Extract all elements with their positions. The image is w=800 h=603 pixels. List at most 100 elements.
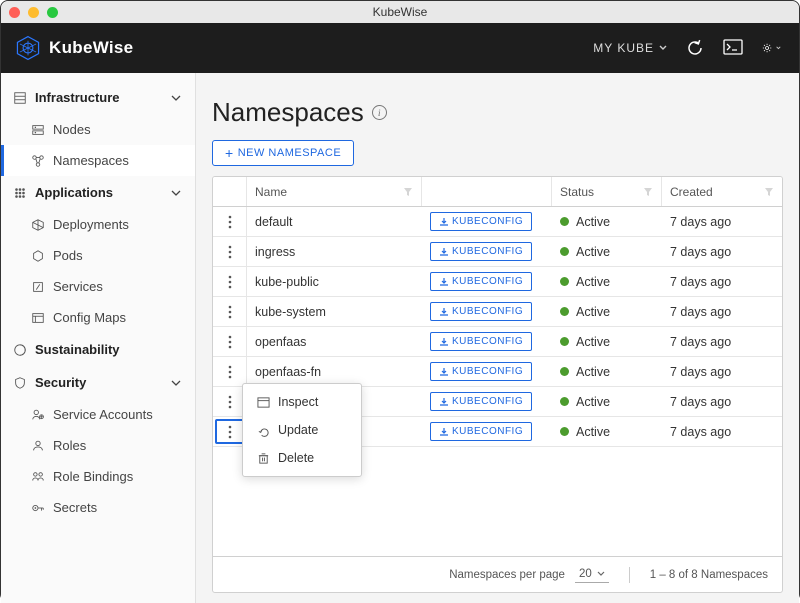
- row-actions-button[interactable]: [213, 357, 247, 386]
- cell-created: 7 days ago: [662, 275, 782, 289]
- kubeconfig-button[interactable]: KUBECONFIG: [430, 392, 532, 411]
- cell-name: default: [247, 215, 422, 229]
- column-header-name[interactable]: Name: [247, 177, 422, 206]
- new-namespace-button[interactable]: + NEW NAMESPACE: [212, 140, 354, 166]
- status-dot-icon: [560, 307, 569, 316]
- download-icon: [439, 397, 449, 407]
- kubeconfig-button[interactable]: KUBECONFIG: [430, 212, 532, 231]
- table-row: openfaasKUBECONFIGActive7 days ago: [213, 327, 782, 357]
- sidebar-item-pods[interactable]: Pods: [1, 240, 195, 271]
- download-icon: [439, 217, 449, 227]
- cell-created: 7 days ago: [662, 305, 782, 319]
- sidebar-item-services[interactable]: Services: [1, 271, 195, 302]
- sidebar-item-secrets[interactable]: Secrets: [1, 492, 195, 523]
- my-kube-label: MY KUBE: [593, 41, 654, 55]
- kebab-icon: [228, 335, 232, 349]
- cell-status: Active: [552, 425, 662, 439]
- kubeconfig-button[interactable]: KUBECONFIG: [430, 332, 532, 351]
- kubeconfig-button[interactable]: KUBECONFIG: [430, 302, 532, 321]
- chevron-down-icon: [776, 45, 781, 51]
- minimize-window[interactable]: [28, 7, 39, 18]
- kebab-icon: [228, 365, 232, 379]
- kubeconfig-button[interactable]: KUBECONFIG: [430, 272, 532, 291]
- info-icon[interactable]: i: [372, 105, 387, 120]
- filter-icon: [643, 187, 653, 197]
- kebab-icon: [228, 425, 232, 439]
- column-header-status[interactable]: Status: [552, 177, 662, 206]
- chevron-down-icon: [171, 379, 181, 387]
- sidebar-group-applications[interactable]: Applications: [1, 176, 195, 209]
- sidebar-item-configmaps[interactable]: Config Maps: [1, 302, 195, 333]
- sidebar-item-label: Secrets: [53, 500, 97, 515]
- update-icon: [257, 424, 270, 437]
- cell-name: ingress: [247, 245, 422, 259]
- row-actions-button[interactable]: [213, 327, 247, 356]
- sidebar-item-serviceaccounts[interactable]: Service Accounts: [1, 399, 195, 430]
- sidebar-group-label: Sustainability: [35, 342, 120, 357]
- kubeconfig-button[interactable]: KUBECONFIG: [430, 362, 532, 381]
- sidebar-item-label: Deployments: [53, 217, 129, 232]
- applications-icon: [13, 186, 27, 200]
- cell-name: kube-public: [247, 275, 422, 289]
- row-actions-button[interactable]: [213, 237, 247, 266]
- table-row: kube-public KUBECONFIG Active7 days ago: [213, 267, 782, 297]
- new-namespace-label: NEW NAMESPACE: [238, 147, 341, 159]
- inspect-icon: [257, 396, 270, 409]
- chevron-down-icon: [171, 94, 181, 102]
- context-menu-delete[interactable]: Delete: [243, 444, 361, 472]
- sidebar-item-deployments[interactable]: Deployments: [1, 209, 195, 240]
- refresh-button[interactable]: [685, 38, 705, 58]
- per-page-select[interactable]: 20: [575, 566, 609, 583]
- sidebar-group-security[interactable]: Security: [1, 366, 195, 399]
- serviceaccounts-icon: [31, 408, 45, 422]
- namespaces-table: Name Status Created default KUBECONFIG Act…: [212, 176, 783, 593]
- table-row: ingressKUBECONFIGActive7 days ago: [213, 237, 782, 267]
- kubeconfig-button[interactable]: KUBECONFIG: [430, 242, 532, 261]
- roles-icon: [31, 439, 45, 453]
- row-actions-button[interactable]: [213, 207, 247, 236]
- cell-created: 7 days ago: [662, 365, 782, 379]
- sidebar-item-label: Config Maps: [53, 310, 126, 325]
- download-icon: [439, 307, 449, 317]
- window-titlebar: KubeWise: [1, 1, 799, 23]
- sidebar-group-label: Applications: [35, 185, 113, 200]
- namespaces-icon: [31, 154, 45, 168]
- terminal-button[interactable]: [723, 38, 743, 58]
- sidebar-group-sustainability[interactable]: Sustainability: [1, 333, 195, 366]
- my-kube-dropdown[interactable]: MY KUBE: [593, 41, 667, 55]
- sidebar-item-label: Nodes: [53, 122, 91, 137]
- kebab-icon: [228, 275, 232, 289]
- download-icon: [439, 277, 449, 287]
- cell-created: 7 days ago: [662, 335, 782, 349]
- nodes-icon: [31, 123, 45, 137]
- window-title: KubeWise: [373, 5, 428, 19]
- chevron-down-icon: [597, 571, 605, 577]
- sidebar-item-label: Service Accounts: [53, 407, 153, 422]
- per-page-label: Namespaces per page: [449, 569, 565, 581]
- kebab-icon: [228, 245, 232, 259]
- row-actions-button[interactable]: [213, 267, 247, 296]
- sidebar-group-infrastructure[interactable]: Infrastructure: [1, 81, 195, 114]
- settings-button[interactable]: [761, 38, 781, 58]
- chevron-down-icon: [659, 45, 667, 51]
- secrets-icon: [31, 501, 45, 515]
- maximize-window[interactable]: [47, 7, 58, 18]
- sidebar-item-rolebindings[interactable]: Role Bindings: [1, 461, 195, 492]
- pods-icon: [31, 249, 45, 263]
- column-header-created[interactable]: Created: [662, 177, 782, 206]
- cell-created: 7 days ago: [662, 425, 782, 439]
- page-title: Namespaces: [212, 97, 364, 128]
- sidebar-item-roles[interactable]: Roles: [1, 430, 195, 461]
- context-menu-update[interactable]: Update: [243, 416, 361, 444]
- cell-created: 7 days ago: [662, 245, 782, 259]
- status-dot-icon: [560, 367, 569, 376]
- sidebar-item-nodes[interactable]: Nodes: [1, 114, 195, 145]
- cell-status: Active: [552, 275, 662, 289]
- kubeconfig-button[interactable]: KUBECONFIG: [430, 422, 532, 441]
- sidebar-item-namespaces[interactable]: Namespaces: [1, 145, 195, 176]
- cell-name: kube-system: [247, 305, 422, 319]
- close-window[interactable]: [9, 7, 20, 18]
- cell-status: Active: [552, 215, 662, 229]
- context-menu-inspect[interactable]: Inspect: [243, 388, 361, 416]
- row-actions-button[interactable]: [213, 297, 247, 326]
